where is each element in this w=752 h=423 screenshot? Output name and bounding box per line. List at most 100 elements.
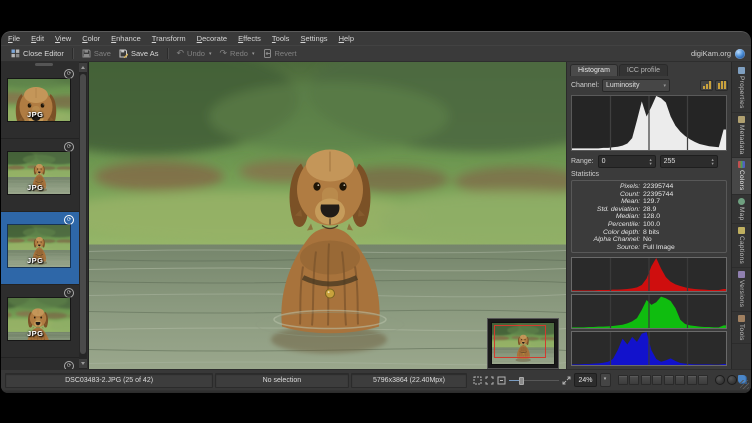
sidebar-tab-metadata[interactable]: Metadata <box>732 113 751 159</box>
status-toggle-button-6[interactable] <box>675 375 685 385</box>
save-as-button[interactable]: Save As <box>115 46 163 61</box>
menu-edit[interactable]: Edit <box>31 34 44 43</box>
stat-row: Percentile:100.0 <box>576 221 722 229</box>
menu-file[interactable]: File <box>8 34 20 43</box>
menu-color[interactable]: Color <box>82 34 100 43</box>
overexposure-indicator-button[interactable] <box>727 375 737 385</box>
format-badge: JPG <box>27 329 44 338</box>
undo-label: Undo <box>187 49 205 58</box>
versions-badge-icon: ⟳ <box>64 69 74 79</box>
luminosity-histogram[interactable] <box>571 95 727 151</box>
range-min-value: 0 <box>599 158 647 165</box>
status-toggle-button-2[interactable] <box>629 375 639 385</box>
tab-icc-profile[interactable]: ICC profile <box>619 64 668 76</box>
tab-histogram[interactable]: Histogram <box>570 64 618 76</box>
save-as-label: Save As <box>131 49 159 58</box>
format-badge: JPG <box>27 183 44 192</box>
undo-icon: ↶ <box>177 49 185 58</box>
thumbnail-item-4[interactable]: ⟳ JPG <box>1 285 79 358</box>
menu-decorate[interactable]: Decorate <box>197 34 227 43</box>
slider-knob[interactable] <box>519 377 524 385</box>
thumbnail-item-3-selected[interactable]: ⟳ JPG <box>1 212 79 285</box>
menu-view[interactable]: View <box>55 34 71 43</box>
thumbnail-item-2[interactable]: ⟳ JPG <box>1 139 79 212</box>
redo-dropdown-icon[interactable]: ▾ <box>252 51 255 57</box>
up-arrow-icon <box>81 66 85 69</box>
digikam-editor-window: File Edit View Color Enhance Transform D… <box>1 31 751 393</box>
stat-row: Source:Full Image <box>576 244 722 252</box>
toolbar-separator <box>72 48 74 59</box>
stat-row: Median:128.0 <box>576 213 722 221</box>
menu-enhance[interactable]: Enhance <box>111 34 141 43</box>
sidebar-tab-colors[interactable]: Colors <box>732 158 751 195</box>
status-filename: DSC03483-2.JPG (25 of 42) <box>5 373 213 388</box>
range-label: Range: <box>571 158 594 165</box>
stat-row: Std. deviation:28.9 <box>576 206 722 214</box>
menu-transform[interactable]: Transform <box>152 34 186 43</box>
zoom-level-input[interactable]: 24% <box>574 373 596 387</box>
thumbbar-scrollbar[interactable] <box>79 62 87 369</box>
underexposure-indicator-button[interactable] <box>715 375 725 385</box>
sidebar-tab-captions[interactable]: Captions <box>732 224 751 268</box>
undo-dropdown-icon[interactable]: ▾ <box>209 51 212 57</box>
toolbar: Close Editor Save Save As ↶ Undo ▾ ↷ Red… <box>1 45 751 62</box>
blue-histogram <box>571 331 727 366</box>
spin-arrows-icon[interactable]: ▴▾ <box>647 158 655 166</box>
close-editor-button[interactable]: Close Editor <box>7 46 68 61</box>
status-toggle-button-3[interactable] <box>641 375 651 385</box>
channel-label: Channel: <box>571 82 599 89</box>
zoom-dropdown-button[interactable]: ▾ <box>600 373 611 387</box>
redo-button[interactable]: ↷ Redo ▾ <box>216 46 259 61</box>
thumbnail-item-5[interactable]: ⟳ <box>1 358 79 369</box>
status-toggle-button-8[interactable] <box>698 375 708 385</box>
status-toggle-button-1[interactable] <box>618 375 628 385</box>
redo-label: Redo <box>230 49 248 58</box>
range-min-spinbox[interactable]: 0 ▴▾ <box>598 155 656 168</box>
log-scale-button[interactable] <box>715 80 728 91</box>
scrollbar-thumb[interactable] <box>80 74 86 354</box>
sidebar-tab-properties[interactable]: Properties <box>732 64 751 113</box>
sidebar-tab-map[interactable]: Map <box>732 195 751 225</box>
sidebar-tab-tools[interactable]: Tools <box>732 312 751 345</box>
scroll-down-button[interactable] <box>79 359 87 368</box>
close-editor-icon <box>11 49 20 58</box>
menu-settings[interactable]: Settings <box>300 34 327 43</box>
scroll-up-button[interactable] <box>79 63 87 72</box>
status-toggle-button-4[interactable] <box>652 375 662 385</box>
linear-scale-button[interactable] <box>700 80 713 91</box>
zoom-controls: 24% ▾ <box>473 373 610 387</box>
format-badge: JPG <box>27 256 44 265</box>
tools-icon <box>738 315 745 322</box>
save-button[interactable]: Save <box>78 46 115 61</box>
channel-select[interactable]: Luminosity ▾ <box>602 79 670 92</box>
properties-icon <box>738 67 745 74</box>
spin-arrows-icon[interactable]: ▴▾ <box>709 158 717 166</box>
fit-window-icon[interactable] <box>485 376 494 385</box>
menu-tools[interactable]: Tools <box>272 34 290 43</box>
zoom-slider[interactable] <box>509 376 559 385</box>
zoom-in-icon[interactable] <box>562 376 571 385</box>
menu-bar: File Edit View Color Enhance Transform D… <box>1 32 751 45</box>
digikam-org-link[interactable]: digiKam.org <box>691 49 745 59</box>
stat-row: Alpha Channel:No <box>576 236 722 244</box>
navigator-view-rectangle[interactable] <box>494 325 546 358</box>
versions-badge-icon: ⟳ <box>64 288 74 298</box>
fit-selection-icon[interactable] <box>473 376 482 385</box>
statistics-title: Statistics <box>571 171 599 178</box>
pan-navigator[interactable] <box>488 319 558 368</box>
menu-help[interactable]: Help <box>339 34 354 43</box>
tab-histogram-label: Histogram <box>578 67 610 74</box>
zoom-out-icon[interactable] <box>497 376 506 385</box>
status-toggle-button-5[interactable] <box>664 375 674 385</box>
thumbnail-item-1[interactable]: ⟳ JPG <box>1 66 79 139</box>
window-resize-grip[interactable] <box>740 380 749 389</box>
status-toggle-button-7[interactable] <box>687 375 697 385</box>
sidebar-tab-versions[interactable]: Versions <box>732 268 751 311</box>
menu-effects[interactable]: Effects <box>238 34 261 43</box>
image-canvas[interactable] <box>89 62 566 369</box>
channel-row: Channel: Luminosity ▾ <box>571 79 728 92</box>
stat-row: Color depth:8 bits <box>576 229 722 237</box>
undo-button[interactable]: ↶ Undo ▾ <box>173 46 216 61</box>
revert-button[interactable]: Revert <box>259 46 301 61</box>
range-max-spinbox[interactable]: 255 ▴▾ <box>660 155 718 168</box>
